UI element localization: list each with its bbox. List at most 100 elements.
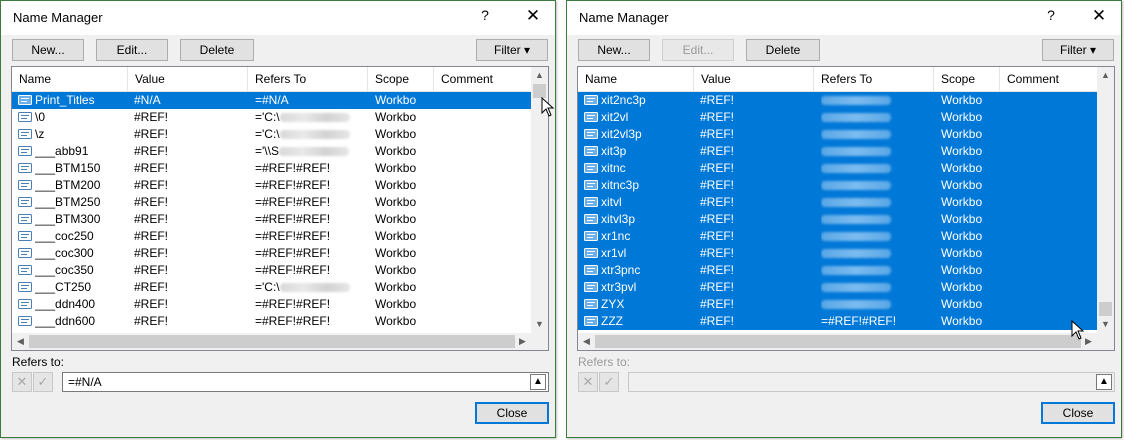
column-header: Name Value Refers To Scope Comment — [12, 67, 531, 92]
table-row[interactable]: ___CT250 #REF! ='C:\ Workbo — [12, 279, 531, 296]
column-header-name[interactable]: Name — [12, 67, 128, 91]
horizontal-scroll-thumb[interactable] — [29, 335, 515, 348]
table-row[interactable]: xit2nc3p #REF! Workbo — [578, 92, 1097, 109]
list-rows: xit2nc3p #REF! Workbo xit2vl #REF! Workbo xi… — [578, 92, 1097, 330]
defined-name-icon — [584, 197, 598, 207]
column-header-refers-to[interactable]: Refers To — [814, 67, 934, 91]
close-button[interactable]: Close — [1041, 402, 1115, 424]
table-row[interactable]: xitvl3p #REF! Workbo — [578, 211, 1097, 228]
new-button[interactable]: New... — [578, 39, 650, 61]
table-row[interactable]: \0 #REF! ='C:\ Workbo — [12, 109, 531, 126]
redacted-path — [821, 130, 891, 140]
table-row[interactable]: xit3p #REF! Workbo — [578, 143, 1097, 160]
filter-button[interactable]: Filter ▾ — [476, 39, 548, 61]
collapse-dialog-icon[interactable]: ▲ — [530, 374, 546, 390]
horizontal-scroll-thumb[interactable] — [595, 335, 1081, 348]
column-header-value[interactable]: Value — [694, 67, 814, 91]
defined-name-icon — [18, 129, 32, 139]
refers-to-cell — [821, 245, 933, 262]
name-icon-cell — [584, 231, 598, 241]
confirm-check-icon[interactable]: ✓ — [33, 372, 53, 392]
table-row[interactable]: ___ddn600 #REF! =#REF!#REF! Workbo — [12, 313, 531, 330]
table-row[interactable]: ___abb91 #REF! ='\\S Workbo — [12, 143, 531, 160]
help-button[interactable]: ? — [475, 7, 495, 23]
horizontal-scrollbar[interactable]: ◀ ▶ — [12, 333, 531, 350]
name-cell: ___coc300 — [35, 246, 94, 260]
names-list[interactable]: Name Value Refers To Scope Comment Print… — [11, 66, 549, 351]
value-cell: #REF! — [700, 161, 735, 175]
refers-to-cell: ='C:\ — [255, 109, 367, 126]
collapse-dialog-icon[interactable]: ▲ — [1096, 374, 1112, 390]
table-row[interactable]: xitvl #REF! Workbo — [578, 194, 1097, 211]
filter-button[interactable]: Filter ▾ — [1042, 39, 1114, 61]
defined-name-icon — [584, 282, 598, 292]
name-cell: ___BTM250 — [35, 195, 101, 209]
table-row[interactable]: ___coc250 #REF! =#REF!#REF! Workbo — [12, 228, 531, 245]
edit-button[interactable]: Edit... — [96, 39, 168, 61]
scroll-up-icon[interactable]: ▲ — [1097, 67, 1114, 84]
column-header-scope[interactable]: Scope — [368, 67, 434, 91]
table-row[interactable]: xit2vl3p #REF! Workbo — [578, 126, 1097, 143]
table-row[interactable]: ___BTM300 #REF! =#REF!#REF! Workbo — [12, 211, 531, 228]
cancel-x-icon[interactable]: ✕ — [578, 372, 598, 392]
cancel-x-icon[interactable]: ✕ — [12, 372, 32, 392]
table-row[interactable]: ___ddn400 #REF! =#REF!#REF! Workbo — [12, 296, 531, 313]
table-row[interactable]: ZZZ #REF! =#REF!#REF! Workbo — [578, 313, 1097, 330]
table-row[interactable]: ___BTM250 #REF! =#REF!#REF! Workbo — [12, 194, 531, 211]
delete-button[interactable]: Delete — [180, 39, 254, 61]
name-cell: xit2vl — [601, 110, 629, 124]
table-row[interactable]: ___BTM200 #REF! =#REF!#REF! Workbo — [12, 177, 531, 194]
vertical-scroll-thumb[interactable] — [533, 84, 546, 98]
table-row[interactable]: ___coc350 #REF! =#REF!#REF! Workbo — [12, 262, 531, 279]
scroll-left-icon[interactable]: ◀ — [12, 333, 29, 350]
scope-cell: Workbo — [375, 314, 417, 328]
scope-cell: Workbo — [941, 110, 983, 124]
refers-to-input[interactable]: ▲ — [628, 372, 1115, 392]
scroll-down-icon[interactable]: ▼ — [531, 316, 548, 333]
redacted-path — [279, 113, 350, 123]
column-header-comment[interactable]: Comment — [1000, 67, 1098, 91]
table-row[interactable]: ZYX #REF! Workbo — [578, 296, 1097, 313]
close-button[interactable]: Close — [475, 402, 549, 424]
column-header-scope[interactable]: Scope — [934, 67, 1000, 91]
table-row[interactable]: ___coc300 #REF! =#REF!#REF! Workbo — [12, 245, 531, 262]
scope-cell: Workbo — [941, 161, 983, 175]
value-cell: #REF! — [700, 246, 735, 260]
close-window-button[interactable]: ✕ — [523, 6, 543, 26]
column-header-comment[interactable]: Comment — [434, 67, 532, 91]
close-window-button[interactable]: ✕ — [1089, 6, 1109, 26]
column-header-value[interactable]: Value — [128, 67, 248, 91]
table-row[interactable]: xit2vl #REF! Workbo — [578, 109, 1097, 126]
edit-button[interactable]: Edit... — [662, 39, 734, 61]
table-row[interactable]: ___BTM150 #REF! =#REF!#REF! Workbo — [12, 160, 531, 177]
table-row[interactable]: xitnc #REF! Workbo — [578, 160, 1097, 177]
column-header-name[interactable]: Name — [578, 67, 694, 91]
table-row[interactable]: \z #REF! ='C:\ Workbo — [12, 126, 531, 143]
value-cell: #REF! — [134, 297, 169, 311]
scroll-up-icon[interactable]: ▲ — [531, 67, 548, 84]
vertical-scrollbar[interactable]: ▲ ▼ — [1097, 67, 1114, 333]
refers-to-cell-text: =#REF!#REF! — [255, 314, 331, 328]
new-button[interactable]: New... — [12, 39, 84, 61]
value-cell: #REF! — [134, 280, 169, 294]
vertical-scroll-thumb[interactable] — [1099, 302, 1112, 316]
scroll-right-icon[interactable]: ▶ — [514, 333, 531, 350]
scroll-left-icon[interactable]: ◀ — [578, 333, 595, 350]
scope-cell: Workbo — [941, 178, 983, 192]
help-button[interactable]: ? — [1041, 7, 1061, 23]
table-row[interactable]: xr1nc #REF! Workbo — [578, 228, 1097, 245]
names-list[interactable]: Name Value Refers To Scope Comment xit2n… — [577, 66, 1115, 351]
table-row[interactable]: xtr3pnc #REF! Workbo — [578, 262, 1097, 279]
horizontal-scrollbar[interactable]: ◀ ▶ — [578, 333, 1097, 350]
title-bar: Name Manager ? ✕ — [1, 1, 555, 35]
table-row[interactable]: xitnc3p #REF! Workbo — [578, 177, 1097, 194]
column-header-refers-to[interactable]: Refers To — [248, 67, 368, 91]
table-row[interactable]: xr1vl #REF! Workbo — [578, 245, 1097, 262]
table-row[interactable]: Print_Titles #N/A =#N/A Workbo — [12, 92, 531, 109]
delete-button[interactable]: Delete — [746, 39, 820, 61]
name-icon-cell — [18, 112, 32, 122]
refers-to-input[interactable]: =#N/A ▲ — [62, 372, 549, 392]
scroll-down-icon[interactable]: ▼ — [1097, 316, 1114, 333]
table-row[interactable]: xtr3pvl #REF! Workbo — [578, 279, 1097, 296]
confirm-check-icon[interactable]: ✓ — [599, 372, 619, 392]
